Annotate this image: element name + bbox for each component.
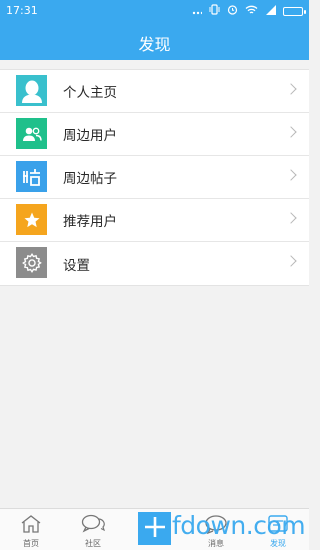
menu-item-recommended-users[interactable]: 推荐用户 — [0, 199, 309, 242]
chevron-right-icon — [285, 212, 297, 224]
menu-item-nearby-users[interactable]: 周边用户 — [0, 113, 309, 156]
alarm-icon — [227, 4, 238, 18]
chevron-right-icon — [285, 169, 297, 181]
status-icons — [192, 4, 306, 18]
page-title: 发现 — [138, 35, 171, 54]
star-icon — [16, 204, 47, 235]
gear-icon — [16, 247, 47, 278]
discover-menu: 个人主页 周边用户 周边帖子 推荐用户 设置 — [0, 69, 309, 286]
battery-icon — [283, 6, 306, 16]
plus-icon — [144, 516, 166, 542]
notification-dots-icon — [192, 5, 204, 18]
tab-community[interactable]: 社区 — [62, 509, 124, 550]
wifi-icon — [245, 5, 258, 18]
chat-icon — [81, 514, 106, 538]
chevron-right-icon — [285, 126, 297, 138]
menu-item-label: 推荐用户 — [63, 214, 117, 230]
header-bar: 17:31 发现 — [0, 0, 309, 60]
menu-item-label: 周边用户 — [63, 128, 117, 144]
menu-item-label: 周边帖子 — [63, 171, 117, 187]
status-time: 17:31 — [6, 4, 38, 17]
watermark-text: fdown.com — [172, 511, 306, 540]
status-bar: 17:31 — [0, 0, 309, 22]
users-icon — [16, 118, 47, 149]
menu-item-profile[interactable]: 个人主页 — [0, 70, 309, 113]
vibrate-icon — [209, 4, 220, 18]
tab-label: 社区 — [85, 539, 101, 548]
menu-item-settings[interactable]: 设置 — [0, 242, 309, 285]
chevron-right-icon — [285, 255, 297, 267]
signal-icon — [265, 4, 276, 18]
person-icon — [16, 75, 47, 106]
menu-item-label: 个人主页 — [63, 85, 117, 101]
home-icon — [20, 514, 42, 538]
menu-item-label: 设置 — [63, 257, 90, 274]
chevron-right-icon — [285, 83, 297, 95]
tab-home[interactable]: 首页 — [0, 509, 62, 550]
post-icon — [16, 161, 47, 192]
add-post-button[interactable] — [138, 512, 171, 545]
tab-label: 首页 — [23, 539, 39, 548]
menu-item-nearby-posts[interactable]: 周边帖子 — [0, 156, 309, 199]
